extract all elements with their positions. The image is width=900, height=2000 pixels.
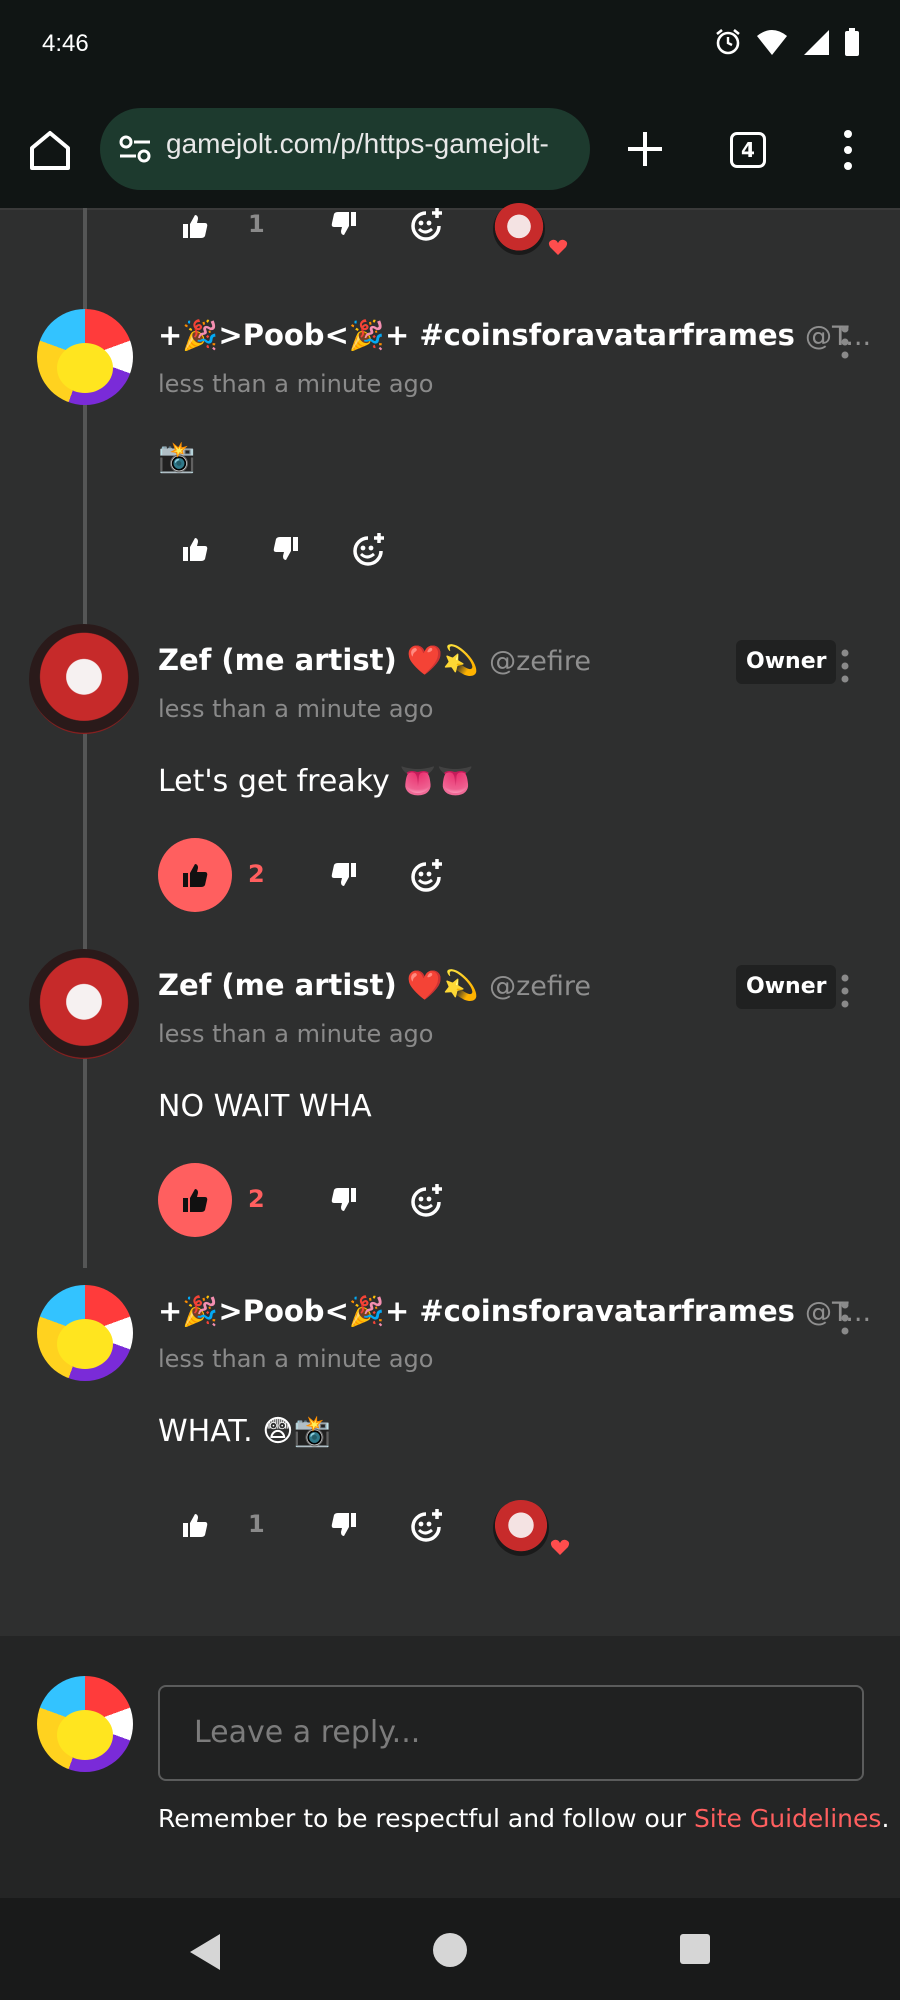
avatar-face — [57, 1710, 113, 1760]
more-menu-icon[interactable] — [840, 128, 856, 172]
comment-timestamp: less than a minute ago — [158, 695, 434, 723]
comment-options-icon[interactable] — [838, 648, 852, 684]
url-text: gamejolt.com/p/https-gamejolt- — [166, 128, 549, 159]
author-name: +🎉>Poob<🎉+ #coinsforavatarframes — [158, 318, 795, 352]
home-nav-icon[interactable] — [432, 1932, 468, 1968]
liked-by-avatar[interactable] — [493, 1500, 549, 1556]
like-count: 2 — [248, 860, 265, 888]
thumbs-down-icon[interactable] — [330, 861, 358, 889]
author-handle: @zefire — [489, 971, 592, 1002]
add-reaction-icon[interactable] — [350, 531, 386, 567]
signal-icon — [804, 30, 829, 55]
home-icon[interactable] — [26, 126, 74, 174]
comment-author[interactable]: Zef (me artist) ❤️💫 @zefire — [158, 968, 591, 1003]
avatar[interactable] — [29, 624, 139, 734]
avatar-face — [57, 1319, 113, 1369]
battery-icon — [845, 28, 859, 56]
thumbs-up-icon — [183, 215, 208, 238]
comment-body: 📸 — [158, 440, 196, 475]
avatar[interactable] — [37, 1285, 133, 1381]
add-reaction-icon[interactable] — [408, 206, 444, 242]
comment-body: WHAT. 😨📸 — [158, 1414, 331, 1449]
comment-timestamp: less than a minute ago — [158, 1020, 434, 1048]
thumbs-up-icon — [183, 538, 208, 561]
comment-author[interactable]: +🎉>Poob<🎉+ #coinsforavatarframes @T... — [158, 318, 871, 353]
heart-icon — [550, 1539, 570, 1555]
reply-section: Leave a reply... Remember to be respectf… — [0, 1636, 900, 1898]
add-reaction-icon[interactable] — [408, 857, 444, 893]
thumbs-up-icon — [183, 1189, 208, 1212]
heart-icon — [548, 239, 568, 255]
comment-author[interactable]: +🎉>Poob<🎉+ #coinsforavatarframes @T... — [158, 1294, 871, 1329]
like-button[interactable] — [158, 512, 232, 586]
comment-options-icon[interactable] — [838, 1300, 852, 1336]
tab-switcher-button[interactable]: 4 — [730, 132, 766, 168]
site-guidelines-link[interactable]: Site Guidelines — [694, 1804, 882, 1833]
author-name: Zef (me artist) ❤️💫 — [158, 643, 480, 677]
comment-body: NO WAIT WHA — [158, 1089, 372, 1124]
avatar[interactable] — [37, 309, 133, 405]
back-icon[interactable] — [188, 1932, 222, 1972]
like-button[interactable] — [158, 1163, 232, 1237]
comment-options-icon[interactable] — [838, 324, 852, 360]
address-bar[interactable]: gamejolt.com/p/https-gamejolt- — [100, 108, 590, 190]
owner-badge: Owner — [736, 640, 837, 684]
comment-timestamp: less than a minute ago — [158, 1345, 434, 1373]
thumbs-down-icon[interactable] — [330, 1511, 358, 1539]
reply-input[interactable]: Leave a reply... — [158, 1685, 864, 1781]
author-handle: @zefire — [489, 646, 592, 677]
author-name: +🎉>Poob<🎉+ #coinsforavatarframes — [158, 1294, 795, 1328]
like-button[interactable] — [158, 189, 232, 263]
status-icons — [714, 28, 860, 56]
status-time: 4:46 — [42, 30, 89, 57]
current-user-avatar — [37, 1676, 133, 1772]
avatar[interactable] — [29, 949, 139, 1059]
status-bar: 4:46 — [0, 0, 900, 90]
recents-icon[interactable] — [679, 1933, 711, 1965]
alarm-icon — [716, 28, 740, 55]
liked-by-avatar[interactable] — [493, 203, 545, 255]
guidelines-suffix: . — [881, 1804, 890, 1833]
thumbs-up-icon — [183, 864, 208, 887]
comment-options-icon[interactable] — [838, 973, 852, 1009]
thumbs-down-icon[interactable] — [330, 210, 358, 238]
like-button[interactable] — [158, 838, 232, 912]
thumbs-down-icon[interactable] — [272, 535, 300, 563]
like-count: 1 — [248, 1510, 265, 1538]
like-button[interactable] — [158, 1488, 232, 1562]
guidelines-prefix: Remember to be respectful and follow our — [158, 1804, 694, 1833]
thumbs-down-icon[interactable] — [330, 1186, 358, 1214]
thumbs-up-icon — [183, 1514, 208, 1537]
reply-guidelines-note: Remember to be respectful and follow our… — [158, 1804, 889, 1833]
comment-timestamp: less than a minute ago — [158, 370, 434, 398]
author-name: Zef (me artist) ❤️💫 — [158, 968, 480, 1002]
like-count: 2 — [248, 1185, 265, 1213]
comment-author[interactable]: Zef (me artist) ❤️💫 @zefire — [158, 643, 591, 678]
browser-toolbar: gamejolt.com/p/https-gamejolt- 4 — [0, 90, 900, 210]
like-count: 1 — [248, 210, 265, 238]
owner-badge: Owner — [736, 965, 837, 1009]
add-reaction-icon[interactable] — [408, 1507, 444, 1543]
avatar-face — [57, 343, 113, 393]
new-tab-icon[interactable] — [622, 126, 668, 172]
wifi-icon — [757, 30, 787, 55]
comment-body: Let's get freaky 👅👅 — [158, 764, 474, 799]
system-nav-bar — [0, 1898, 900, 2000]
add-reaction-icon[interactable] — [408, 1182, 444, 1218]
site-settings-icon[interactable] — [118, 132, 152, 166]
